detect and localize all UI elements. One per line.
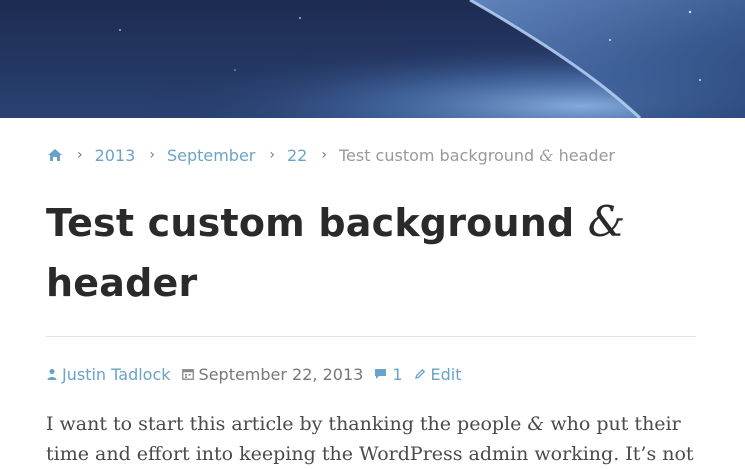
chevron-right-icon: ›: [321, 147, 327, 163]
breadcrumb-year-link[interactable]: 2013: [95, 146, 136, 165]
chevron-right-icon: ›: [77, 147, 83, 163]
author-link[interactable]: Justin Tadlock: [62, 365, 171, 384]
comment-icon: [374, 368, 387, 380]
header-planet-graphic: [0, 0, 745, 118]
breadcrumb: › 2013 › September › 22 › Test custom ba…: [47, 143, 615, 167]
edit-link[interactable]: Edit: [431, 365, 462, 384]
post-title-text-end: header: [46, 261, 198, 305]
post-edit: Edit: [414, 365, 462, 384]
breadcrumb-current-text: Test custom background: [338, 145, 540, 165]
post-content: I want to start this article by thanking…: [46, 409, 706, 469]
title-divider: [46, 336, 696, 337]
user-icon: [47, 368, 57, 380]
breadcrumb-current-text-end: header: [553, 145, 615, 165]
post-date-text: September 22, 2013: [198, 364, 364, 384]
post-comments: 1: [374, 365, 403, 384]
post-date: September 22, 2013: [181, 364, 364, 384]
custom-header-image: [0, 0, 745, 118]
breadcrumb-month-link[interactable]: September: [167, 146, 255, 165]
post-meta: Justin Tadlock September 22, 2013 1 Edit: [47, 362, 472, 386]
calendar-icon: [181, 368, 194, 380]
breadcrumb-current: Test custom background & header: [339, 146, 615, 165]
post-content-ampersand: &: [527, 413, 545, 435]
breadcrumb-day-link[interactable]: 22: [287, 146, 307, 165]
post-author: Justin Tadlock: [47, 365, 171, 384]
pencil-icon: [414, 368, 426, 380]
breadcrumb-current-ampersand: &: [539, 145, 554, 165]
comments-link[interactable]: 1: [392, 365, 402, 384]
chevron-right-icon: ›: [149, 147, 155, 163]
post-title-ampersand: &: [587, 197, 626, 246]
post-title: Test custom background & header: [46, 192, 706, 313]
home-icon[interactable]: [47, 148, 63, 162]
post-content-text: I want to start this article by thanking…: [46, 413, 528, 435]
post-title-text: Test custom background: [46, 201, 588, 245]
chevron-right-icon: ›: [269, 147, 275, 163]
